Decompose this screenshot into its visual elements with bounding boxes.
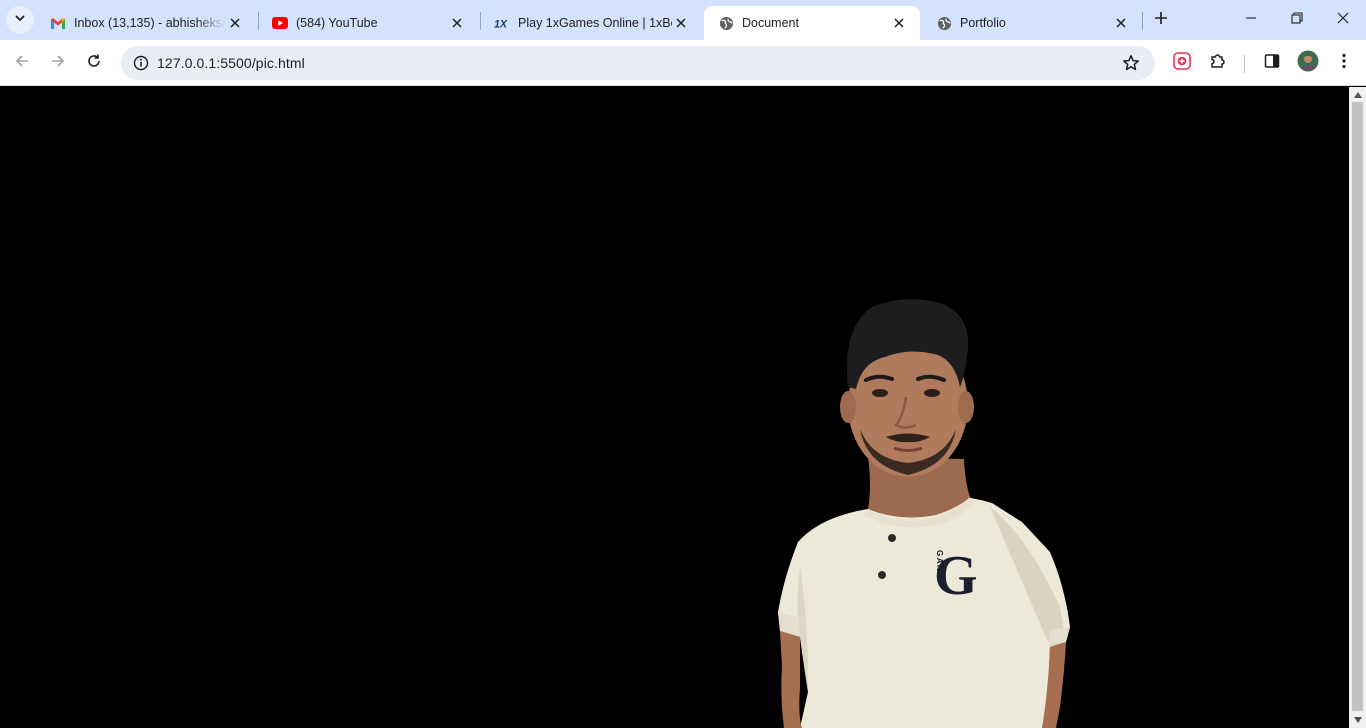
extension-app-icon <box>1173 51 1191 75</box>
chevron-down-icon <box>14 11 26 29</box>
tab-title: Portfolio <box>960 16 1006 30</box>
tab-search-button[interactable] <box>6 6 34 34</box>
extensions-menu-button[interactable] <box>1202 47 1234 79</box>
close-icon <box>1337 11 1349 29</box>
1xbet-icon: 1X <box>494 15 510 31</box>
tab-1xbet[interactable]: 1X Play 1xGames Online | 1xBet <box>480 6 702 40</box>
scrollbar-thumb[interactable] <box>1352 102 1363 711</box>
tab-strip: Inbox (13,135) - abhisheksa7 (584) YouTu… <box>0 0 1366 40</box>
bookmark-star-icon[interactable] <box>1119 51 1143 75</box>
tab-separator <box>1142 12 1143 30</box>
globe-icon <box>718 15 734 31</box>
profile-button[interactable] <box>1292 47 1324 79</box>
browser-toolbar: 127.0.0.1:5500/pic.html <box>0 40 1366 86</box>
portrait-photo: G GANT <box>778 298 1070 728</box>
globe-icon <box>936 15 952 31</box>
close-tab-icon[interactable] <box>672 14 690 32</box>
site-info-icon[interactable] <box>129 51 153 75</box>
url-text[interactable]: 127.0.0.1:5500/pic.html <box>157 55 305 71</box>
more-vertical-icon <box>1342 53 1346 74</box>
tab-title: Inbox (13,135) - abhisheksa7 <box>74 16 226 30</box>
tab-title: Play 1xGames Online | 1xBet <box>518 16 672 30</box>
tab-portfolio[interactable]: Portfolio <box>922 6 1142 40</box>
youtube-icon <box>272 15 288 31</box>
back-button[interactable] <box>6 47 38 79</box>
tab-title: (584) YouTube <box>296 16 378 30</box>
puzzle-icon <box>1209 52 1227 75</box>
reload-icon <box>86 53 102 74</box>
close-tab-icon[interactable] <box>448 14 466 32</box>
plus-icon <box>1154 11 1168 30</box>
close-tab-icon[interactable] <box>226 14 244 32</box>
chrome-menu-button[interactable] <box>1328 47 1360 79</box>
close-tab-icon[interactable] <box>1112 14 1130 32</box>
svg-text:1X: 1X <box>494 18 508 29</box>
minimize-button[interactable] <box>1228 0 1274 40</box>
close-tab-icon[interactable] <box>890 14 908 32</box>
reload-button[interactable] <box>78 47 110 79</box>
scroll-down-icon[interactable] <box>1349 714 1366 726</box>
restore-icon <box>1291 11 1303 29</box>
tab-document[interactable]: Document <box>704 6 920 40</box>
restore-button[interactable] <box>1274 0 1320 40</box>
tab-title: Document <box>742 16 799 30</box>
page-scrollbar[interactable] <box>1349 87 1366 728</box>
toolbar-separator <box>1244 55 1245 73</box>
address-bar[interactable]: 127.0.0.1:5500/pic.html <box>121 46 1155 80</box>
tab-gmail[interactable]: Inbox (13,135) - abhisheksa7 <box>36 6 256 40</box>
extension-button[interactable] <box>1166 47 1198 79</box>
forward-button[interactable] <box>42 47 74 79</box>
tab-youtube[interactable]: (584) YouTube <box>258 6 478 40</box>
close-window-button[interactable] <box>1320 0 1366 40</box>
gmail-icon <box>50 15 66 31</box>
side-panel-icon <box>1264 53 1280 74</box>
side-panel-button[interactable] <box>1256 47 1288 79</box>
arrow-left-icon <box>14 53 30 74</box>
page-viewport: G GANT <box>0 87 1349 728</box>
avatar <box>1297 50 1319 77</box>
new-tab-button[interactable] <box>1148 7 1174 33</box>
scroll-up-icon[interactable] <box>1349 89 1366 101</box>
arrow-right-icon <box>50 53 66 74</box>
shirt-logo-side: GANT <box>935 550 944 579</box>
minimize-icon <box>1245 11 1257 29</box>
